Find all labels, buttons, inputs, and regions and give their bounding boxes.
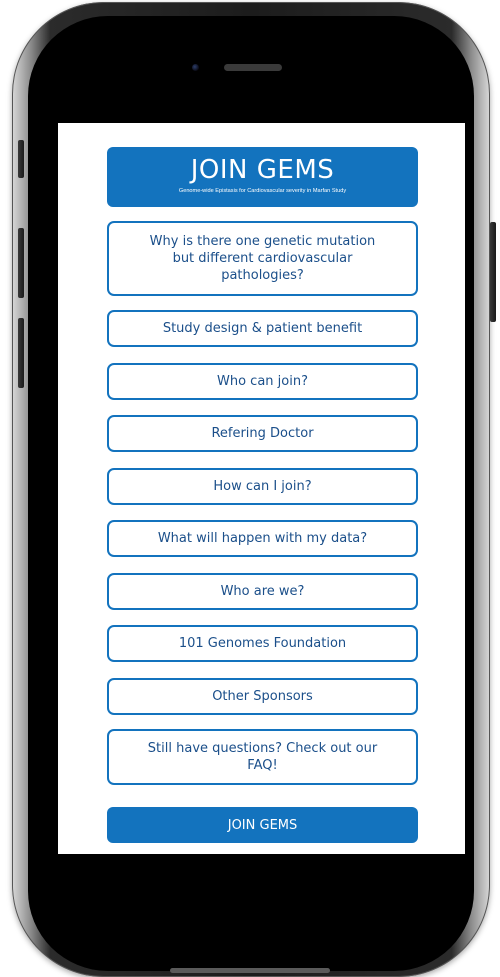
- menu-item-who-can-join[interactable]: Who can join?: [107, 363, 418, 400]
- menu-item-label: Why is there one genetic mutation but di…: [149, 234, 376, 283]
- menu-item-label: What will happen with my data?: [157, 531, 368, 546]
- phone-screen: JOIN GEMS Genome-wide Epistasis for Card…: [58, 123, 465, 854]
- earpiece-speaker: [224, 64, 282, 71]
- menu-item-label: Refering Doctor: [211, 426, 314, 441]
- home-indicator: [170, 968, 330, 973]
- menu-item-study-design[interactable]: Study design & patient benefit: [107, 310, 418, 347]
- menu-item-faq[interactable]: Still have questions? Check out our FAQ!: [107, 729, 418, 785]
- phone-power-button: [490, 222, 496, 322]
- menu-item-my-data[interactable]: What will happen with my data?: [107, 520, 418, 557]
- front-camera-icon: [192, 64, 199, 71]
- join-gems-button[interactable]: JOIN GEMS: [107, 807, 418, 843]
- menu-item-label: How can I join?: [213, 479, 312, 494]
- menu-item-who-are-we[interactable]: Who are we?: [107, 573, 418, 610]
- menu-item-label: Who can join?: [217, 374, 308, 389]
- phone-volume-down-button: [18, 318, 24, 388]
- phone-volume-up-button: [18, 228, 24, 298]
- menu-item-101-genomes-foundation[interactable]: 101 Genomes Foundation: [107, 625, 418, 662]
- menu-item-other-sponsors[interactable]: Other Sponsors: [107, 678, 418, 715]
- banner-title: JOIN GEMS: [190, 155, 335, 185]
- menu-item-label: Who are we?: [220, 584, 305, 599]
- menu-item-label: 101 Genomes Foundation: [178, 636, 347, 651]
- join-gems-button-label: JOIN GEMS: [227, 817, 298, 833]
- menu-item-how-can-i-join[interactable]: How can I join?: [107, 468, 418, 505]
- menu-item-label: Still have questions? Check out our FAQ!: [147, 741, 378, 773]
- menu-item-label: Study design & patient benefit: [162, 321, 363, 336]
- menu-item-genetic-mutation[interactable]: Why is there one genetic mutation but di…: [107, 221, 418, 296]
- menu-item-refering-doctor[interactable]: Refering Doctor: [107, 415, 418, 452]
- banner-subtitle: Genome-wide Epistasis for Cardiovascular…: [178, 188, 347, 194]
- menu-item-label: Other Sponsors: [212, 689, 313, 704]
- phone-silent-switch: [18, 140, 24, 178]
- join-gems-banner: JOIN GEMS Genome-wide Epistasis for Card…: [107, 147, 418, 207]
